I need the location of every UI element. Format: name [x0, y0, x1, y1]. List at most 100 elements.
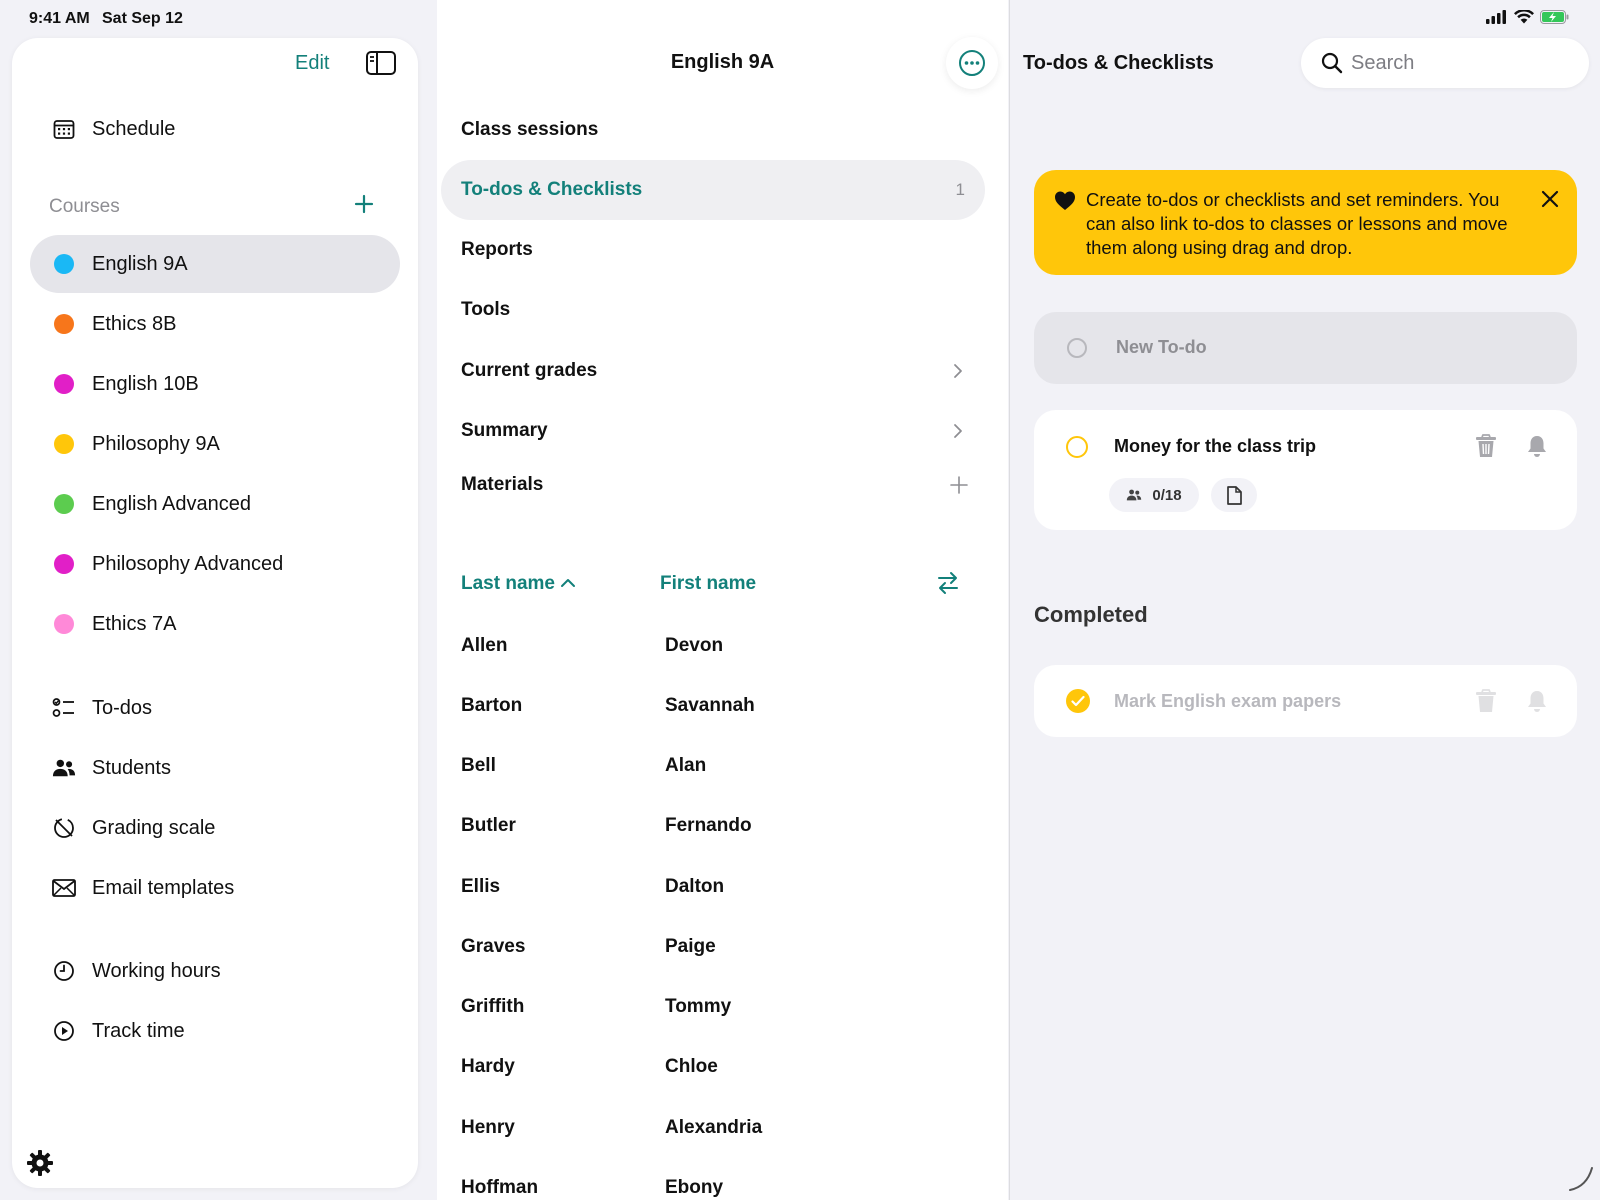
- sidebar-item-label: Email templates: [92, 876, 235, 899]
- sidebar-item-email-templates[interactable]: Email templates: [30, 859, 400, 917]
- course-label: Ethics 7A: [92, 612, 177, 635]
- todo-title: Mark English exam papers: [1114, 691, 1342, 711]
- menu-item-materials[interactable]: Materials: [441, 455, 985, 515]
- column-header-label: Last name: [461, 573, 555, 594]
- sidebar-item-grading-scale[interactable]: Grading scale: [30, 799, 400, 857]
- student-last-name: Graves: [461, 936, 526, 957]
- calendar-icon: [52, 117, 76, 141]
- close-icon[interactable]: [1539, 188, 1561, 210]
- document-icon: [1227, 485, 1242, 505]
- courses-section-title: Courses: [49, 196, 120, 217]
- course-dot: [54, 434, 74, 454]
- chevron-right-icon: [954, 364, 962, 378]
- student-row[interactable]: Ellis Dalton: [437, 876, 1008, 936]
- todo-checkbox[interactable]: [1066, 436, 1088, 458]
- course-label: Philosophy Advanced: [92, 552, 284, 575]
- sidebar-course-philosophy-advanced[interactable]: Philosophy Advanced: [30, 535, 400, 593]
- student-first-name: Alexandria: [665, 1117, 763, 1138]
- add-course-icon[interactable]: [352, 192, 376, 216]
- trash-icon[interactable]: [1475, 689, 1497, 713]
- page-title: English 9A: [670, 51, 775, 73]
- sidebar-item-todos[interactable]: To-dos: [30, 679, 400, 737]
- student-row[interactable]: Butler Fernando: [437, 815, 1008, 875]
- course-dot: [54, 314, 74, 334]
- course-color-dot: [52, 372, 76, 396]
- sidebar-item-label: Track time: [92, 1019, 185, 1042]
- cellular-signal-icon: [1486, 10, 1506, 24]
- completed-todo-item[interactable]: Mark English exam papers: [1034, 665, 1577, 737]
- student-row[interactable]: Hoffman Ebony: [437, 1177, 1008, 1200]
- menu-item-label: To-dos & Checklists: [461, 179, 643, 200]
- student-last-name: Hardy: [461, 1056, 515, 1077]
- heart-icon: [1055, 191, 1075, 210]
- student-row[interactable]: Bell Alan: [437, 755, 1008, 815]
- new-todo-field[interactable]: New To-do: [1034, 312, 1577, 384]
- sidebar-course-english-10b[interactable]: English 10B: [30, 355, 400, 413]
- sidebar-item-schedule[interactable]: Schedule: [30, 100, 400, 158]
- course-dot: [54, 374, 74, 394]
- student-first-name: Alan: [665, 755, 707, 776]
- todo-item[interactable]: Money for the class trip 0/18: [1034, 410, 1577, 530]
- course-dot: [54, 254, 74, 274]
- search-input[interactable]: [1351, 38, 1571, 88]
- students-count: 0/18: [1152, 486, 1182, 504]
- student-last-name: Butler: [461, 815, 516, 836]
- panel-title: To-dos & Checklists: [1023, 52, 1214, 74]
- course-color-dot: [52, 492, 76, 516]
- course-color-dot: [52, 252, 76, 276]
- todo-title: Money for the class trip: [1114, 436, 1317, 456]
- sidebar-item-working-hours[interactable]: Working hours: [30, 942, 400, 1000]
- sidebar-item-label: Grading scale: [92, 816, 216, 839]
- resize-handle-icon: [1569, 1167, 1593, 1191]
- assigned-students-chip[interactable]: 0/18: [1109, 478, 1199, 512]
- course-label: English Advanced: [92, 492, 252, 515]
- checkmark-icon: [1071, 695, 1085, 707]
- gear-icon[interactable]: [26, 1149, 54, 1177]
- sort-last-name-header[interactable]: Last name: [461, 573, 576, 595]
- student-first-name: Ebony: [665, 1177, 724, 1198]
- student-last-name: Henry: [461, 1117, 515, 1138]
- plus-icon[interactable]: [949, 475, 969, 495]
- attachment-chip[interactable]: [1211, 478, 1257, 512]
- menu-item-label: Materials: [461, 474, 544, 495]
- sidebar-item-label: Students: [92, 756, 171, 779]
- sidebar-item-track-time[interactable]: Track time: [30, 1002, 400, 1060]
- menu-item-class-sessions[interactable]: Class sessions: [441, 100, 985, 160]
- new-todo-placeholder: New To-do: [1116, 337, 1207, 357]
- edit-button[interactable]: Edit: [295, 52, 329, 75]
- bell-icon[interactable]: [1526, 434, 1548, 458]
- sidebar-course-english-advanced[interactable]: English Advanced: [30, 475, 400, 533]
- bell-icon[interactable]: [1526, 689, 1548, 713]
- sidebar-course-philosophy-9a[interactable]: Philosophy 9A: [30, 415, 400, 473]
- empty-circle-icon: [1067, 338, 1087, 358]
- menu-item-summary[interactable]: Summary: [441, 401, 985, 461]
- course-dot: [54, 494, 74, 514]
- student-row[interactable]: Griffith Tommy: [437, 996, 1008, 1056]
- student-row[interactable]: Allen Devon: [437, 635, 1008, 695]
- student-row[interactable]: Hardy Chloe: [437, 1056, 1008, 1116]
- student-row[interactable]: Barton Savannah: [437, 695, 1008, 755]
- sidebar-course-ethics-7a[interactable]: Ethics 7A: [30, 595, 400, 653]
- sidebar-course-ethics-8b[interactable]: Ethics 8B: [30, 295, 400, 353]
- menu-item-tools[interactable]: Tools: [441, 280, 985, 340]
- menu-item-reports[interactable]: Reports: [441, 220, 985, 280]
- search-field[interactable]: [1301, 38, 1589, 88]
- chevron-up-icon: [561, 579, 576, 587]
- student-row[interactable]: Graves Paige: [437, 936, 1008, 996]
- chevron-right-icon: [954, 424, 962, 438]
- menu-item-todos-checklists[interactable]: To-dos & Checklists 1: [441, 160, 985, 220]
- sidebar-course-english-9a[interactable]: English 9A: [30, 235, 400, 293]
- sidebar-toggle-icon[interactable]: [366, 51, 396, 75]
- course-color-dot: [52, 312, 76, 336]
- swap-arrows-icon[interactable]: [935, 570, 961, 596]
- student-row[interactable]: Henry Alexandria: [437, 1117, 1008, 1177]
- student-first-name: Chloe: [665, 1056, 718, 1077]
- more-options-button[interactable]: [946, 37, 998, 89]
- completed-checkbox[interactable]: [1066, 689, 1090, 713]
- sort-first-name-header[interactable]: First name: [660, 573, 756, 595]
- todos-panel: To-dos & Checklists Create to-dos or che…: [1009, 0, 1600, 1200]
- course-label: English 10B: [92, 372, 199, 395]
- trash-icon[interactable]: [1475, 434, 1497, 458]
- sidebar-item-students[interactable]: Students: [30, 739, 400, 797]
- menu-item-current-grades[interactable]: Current grades: [441, 341, 985, 401]
